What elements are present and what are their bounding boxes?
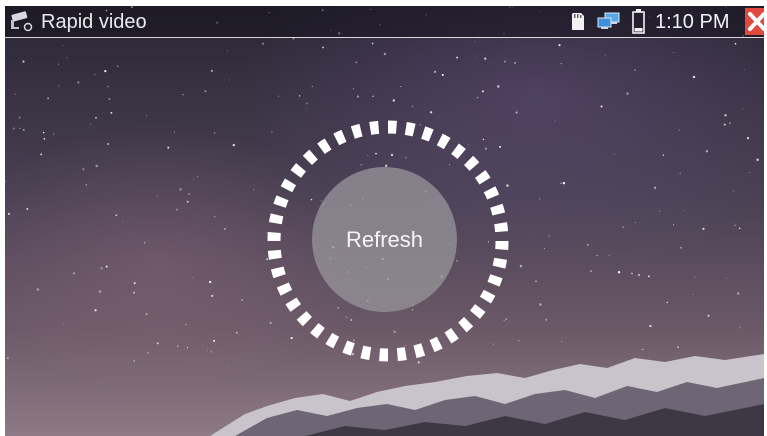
cctv-camera-icon bbox=[11, 11, 33, 32]
sd-card-icon bbox=[572, 13, 584, 30]
battery-icon bbox=[632, 9, 645, 34]
network-computers-icon bbox=[597, 12, 620, 29]
status-bar: Rapid video 1:10 PM bbox=[5, 6, 764, 38]
close-button[interactable] bbox=[745, 8, 764, 35]
app-title: Rapid video bbox=[41, 11, 147, 33]
refresh-button[interactable]: Refresh bbox=[312, 167, 457, 312]
close-icon bbox=[748, 12, 764, 31]
clock: 1:10 PM bbox=[655, 11, 730, 33]
